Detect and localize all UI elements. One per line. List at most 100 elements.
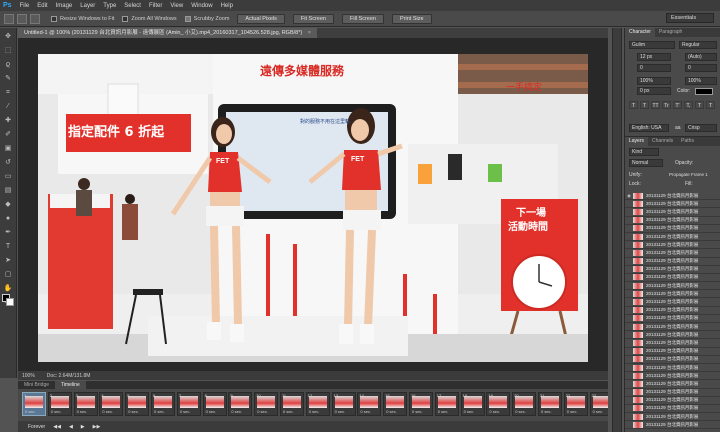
next-frame-icon[interactable]: ▶▶: [93, 424, 101, 430]
subscript-icon[interactable]: T,: [684, 101, 693, 109]
quick-select-tool-icon[interactable]: ✎: [3, 73, 14, 84]
close-icon[interactable]: ×: [308, 30, 311, 36]
leading-field[interactable]: (Auto): [685, 53, 717, 61]
layer-row[interactable]: 20131129 台北資訊月影展: [625, 241, 720, 250]
timeline-frame[interactable]: 10 sec.: [22, 392, 46, 416]
workspace-switcher[interactable]: Essentials: [666, 13, 714, 23]
layer-row[interactable]: ◉ 20131129 台北資訊月影展: [625, 192, 720, 201]
timeline-frame[interactable]: 40 sec.: [99, 392, 124, 416]
layer-row[interactable]: 20131129 台北資訊月影展: [625, 266, 720, 274]
baseline-shift-field[interactable]: 0 px: [637, 87, 671, 95]
layer-row[interactable]: 20131129 台北資訊月影展: [625, 413, 720, 422]
scrubby-zoom-checkbox[interactable]: Scrubby Zoom: [184, 15, 229, 22]
menu-type[interactable]: Type: [103, 3, 116, 9]
timeline-frame[interactable]: 180 sec.: [460, 392, 485, 416]
layer-row[interactable]: 20131129 台北資訊月影展: [625, 405, 720, 414]
font-family-select[interactable]: Gulim: [629, 41, 675, 49]
frame-duration[interactable]: 0 sec.: [386, 409, 397, 414]
frame-duration[interactable]: 0 sec.: [309, 409, 320, 414]
brush-tool-icon[interactable]: ✐: [3, 129, 14, 140]
menu-window[interactable]: Window: [191, 3, 212, 9]
faux-bold-icon[interactable]: T: [629, 101, 638, 109]
frame-duration[interactable]: 0 sec.: [206, 409, 217, 414]
layer-filter-select[interactable]: Kind: [629, 148, 659, 156]
vertical-scale-field[interactable]: 100%: [637, 77, 671, 85]
document-tab[interactable]: Untitled-1 @ 100% (20131129 台北資訊月影展 - 遠傳…: [18, 28, 317, 38]
menu-select[interactable]: Select: [124, 3, 141, 9]
timeline-frame[interactable]: 90 sec.: [228, 392, 253, 416]
layer-row[interactable]: 20131129 台北資訊月影展: [625, 339, 720, 348]
pen-tool-icon[interactable]: ✒: [3, 227, 14, 238]
timeline-frame[interactable]: 100 sec.: [254, 392, 279, 416]
frame-duration[interactable]: 0 sec.: [102, 409, 113, 414]
frame-duration[interactable]: 0 sec.: [567, 409, 578, 414]
language-select[interactable]: English: USA: [629, 124, 669, 132]
frame-duration[interactable]: 0 sec.: [515, 409, 526, 414]
layer-row[interactable]: 20131129 台北資訊月影展: [625, 200, 720, 209]
menu-layer[interactable]: Layer: [80, 3, 95, 9]
layer-row[interactable]: 20131129 台北資訊月影展: [625, 274, 720, 283]
tab-paths[interactable]: Paths: [677, 137, 698, 146]
fit-screen-button[interactable]: Fit Screen: [292, 13, 334, 24]
canvas-image[interactable]: 遠傳多媒體服務 一手搞定 指定配件 6 折起 下一場 活動時間 FET FET …: [38, 54, 588, 362]
layer-row[interactable]: 20131129 台北資訊月影展: [625, 389, 720, 397]
hand-tool-icon[interactable]: ✋: [3, 283, 14, 294]
shape-tool-icon[interactable]: ▢: [3, 269, 14, 280]
tracking-field[interactable]: 0: [685, 64, 717, 72]
timeline-frame[interactable]: 20 sec.: [47, 392, 72, 416]
timeline-frame[interactable]: 150 sec.: [383, 392, 408, 416]
frame-duration[interactable]: 0 sec.: [335, 409, 346, 414]
layer-row[interactable]: 20131129 台北資訊月影展: [625, 298, 720, 307]
frame-duration[interactable]: 0 sec.: [464, 409, 475, 414]
layer-row[interactable]: 20131129 台北資訊月影展: [625, 258, 720, 266]
timeline-frame[interactable]: 160 sec.: [409, 392, 433, 416]
loop-select[interactable]: Forever: [28, 424, 45, 430]
timeline-frame[interactable]: 130 sec.: [331, 392, 356, 416]
canvas-area[interactable]: 遠傳多媒體服務 一手搞定 指定配件 6 折起 下一場 活動時間 FET FET …: [18, 38, 608, 371]
timeline-frame[interactable]: 190 sec.: [486, 392, 511, 416]
tab-timeline[interactable]: Timeline: [55, 381, 86, 389]
timeline-frame[interactable]: 120 sec.: [305, 392, 330, 416]
healing-tool-icon[interactable]: ✚: [3, 115, 14, 126]
frame-duration[interactable]: 0 sec.: [283, 409, 294, 414]
strikethrough-icon[interactable]: T: [706, 101, 715, 109]
layer-row[interactable]: 20131129 台北資訊月影展: [625, 356, 720, 364]
layer-row[interactable]: 20131129 台北資訊月影展: [625, 315, 720, 323]
tab-paragraph[interactable]: Paragraph: [655, 28, 686, 37]
frame-duration[interactable]: 0 sec.: [489, 409, 500, 414]
menu-file[interactable]: File: [20, 3, 30, 9]
frame-duration[interactable]: 0 sec.: [231, 409, 242, 414]
tab-mini-bridge[interactable]: Mini Bridge: [18, 381, 55, 389]
timeline-frame[interactable]: 170 sec.: [434, 392, 459, 416]
frame-duration[interactable]: 0 sec.: [360, 409, 371, 414]
text-color-swatch[interactable]: [695, 88, 713, 95]
frame-duration[interactable]: 0 sec.: [412, 409, 423, 414]
layer-row[interactable]: 20131129 台北資訊月影展: [625, 380, 720, 389]
layer-row[interactable]: 20131129 台北資訊月影展: [625, 364, 720, 373]
frame-duration[interactable]: 0 sec.: [438, 409, 449, 414]
underline-icon[interactable]: T: [695, 101, 704, 109]
zoom-level[interactable]: 100%: [22, 373, 35, 379]
layer-row[interactable]: 20131129 台北資訊月影展: [625, 225, 720, 233]
timeline-frame[interactable]: 110 sec.: [280, 392, 304, 416]
antialias-select[interactable]: Crisp: [685, 124, 717, 132]
print-size-button[interactable]: Print Size: [391, 13, 432, 24]
propagate-frame-checkbox[interactable]: Propagate Frame 1: [669, 172, 708, 177]
font-size-field[interactable]: 12 px: [637, 53, 671, 61]
play-icon[interactable]: ▶: [81, 424, 85, 430]
resize-windows-checkbox[interactable]: Resize Windows to Fit: [51, 15, 114, 22]
faux-italic-icon[interactable]: T: [640, 101, 649, 109]
layer-row[interactable]: 20131129 台北資訊月影展: [625, 217, 720, 225]
timeline-frame[interactable]: 200 sec.: [512, 392, 537, 416]
timeline-frame[interactable]: 80 sec.: [202, 392, 227, 416]
timeline-frame[interactable]: 30 sec.: [73, 392, 98, 416]
frame-duration[interactable]: 0 sec.: [257, 409, 268, 414]
move-tool-icon[interactable]: ✥: [3, 31, 14, 42]
fill-screen-button[interactable]: Fill Screen: [342, 13, 384, 24]
tab-layers[interactable]: Layers: [625, 137, 649, 146]
frame-duration[interactable]: 0 sec.: [51, 409, 62, 414]
path-select-tool-icon[interactable]: ➤: [3, 255, 14, 266]
type-tool-icon[interactable]: T: [3, 241, 14, 252]
frame-duration[interactable]: 0 sec.: [77, 409, 88, 414]
prev-frame-icon[interactable]: ◀: [69, 424, 73, 430]
